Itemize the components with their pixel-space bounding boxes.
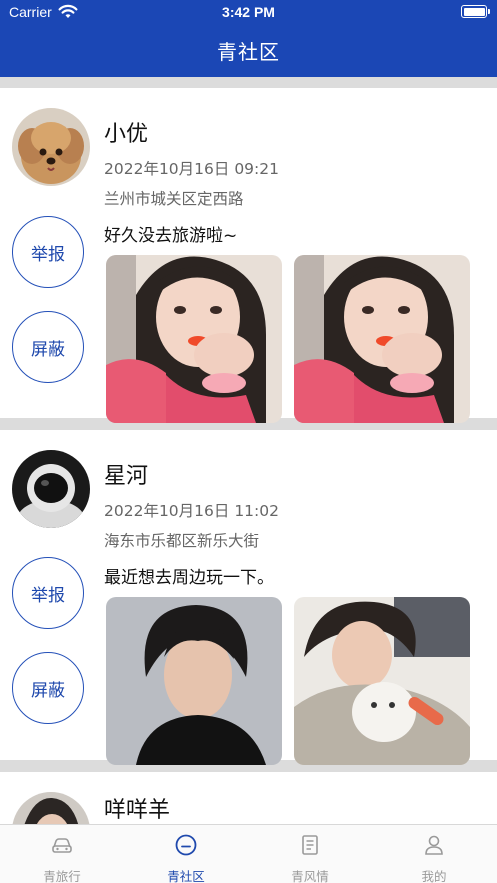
tab-travel[interactable]: 青旅行 [0,825,124,883]
astronaut-avatar[interactable] [12,450,90,528]
status-time: 3:42 PM [222,4,275,20]
smile-circle-icon [175,834,197,856]
tab-label: 我的 [421,869,447,883]
poodle-avatar[interactable] [12,108,90,186]
status-bar: Carrier 3:42 PM [0,0,497,26]
post-photo-1[interactable] [106,597,282,765]
post-text: 好久没去旅游啦~ [104,226,238,246]
tab-label: 青旅行 [43,869,81,883]
post-location: 海东市乐都区新乐大街 [104,532,260,550]
person-icon [425,835,443,855]
tab-mine[interactable]: 我的 [372,825,496,883]
post-author-name[interactable]: 咩咩羊 [104,792,170,824]
post-author-name[interactable]: 星河 [104,458,148,490]
post-feed[interactable]: 小优 2022年10月16日 09:21 兰州市城关区定西路 好久没去旅游啦~ … [0,77,497,824]
post-photo-2[interactable] [294,255,470,423]
tab-culture[interactable]: 青风情 [248,825,372,883]
post-datetime: 2022年10月16日 11:02 [104,502,279,520]
post-author-name[interactable]: 小优 [104,116,148,148]
report-button[interactable]: 举报 [12,216,84,288]
post-photo-2[interactable] [294,597,470,765]
document-icon [302,835,318,855]
post-card: 咩咩羊 [0,772,497,824]
car-icon [52,838,72,853]
post-card: 小优 2022年10月16日 09:21 兰州市城关区定西路 好久没去旅游啦~ … [0,88,497,423]
battery-icon [461,5,490,18]
tab-bar: 青旅行 青社区 青风情 我的 [0,824,497,883]
tab-label: 青社区 [167,869,205,883]
block-button[interactable]: 屏蔽 [12,311,84,383]
tab-community[interactable]: 青社区 [124,825,248,883]
person-avatar[interactable] [12,792,90,824]
page-title: 青社区 [217,40,280,64]
post-photo-1[interactable] [106,255,282,423]
post-location: 兰州市城关区定西路 [104,190,244,208]
tab-label: 青风情 [291,869,329,883]
block-button[interactable]: 屏蔽 [12,652,84,724]
post-text: 最近想去周边玩一下。 [104,568,274,588]
post-datetime: 2022年10月16日 09:21 [104,160,279,178]
nav-header: Carrier 3:42 PM 青社区 [0,0,497,77]
report-button[interactable]: 举报 [12,557,84,629]
post-card: 星河 2022年10月16日 11:02 海东市乐都区新乐大街 最近想去周边玩一… [0,430,497,765]
